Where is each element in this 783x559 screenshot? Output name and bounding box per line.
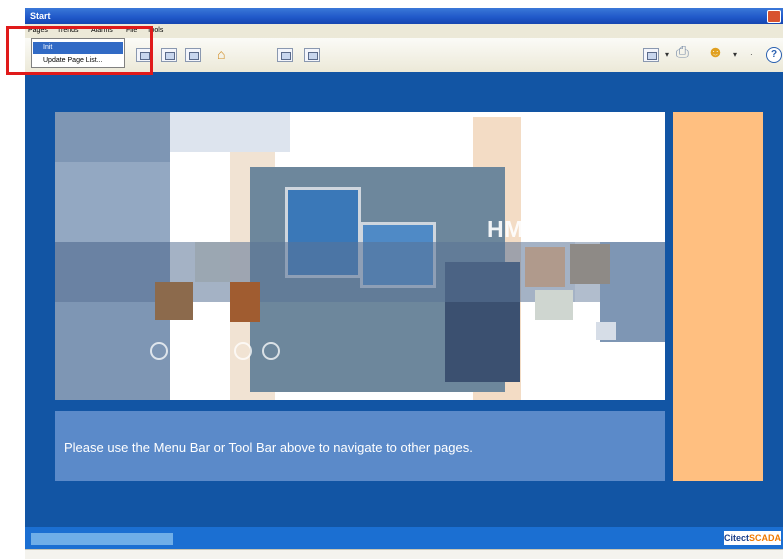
main-content: HMI/SCADA Please use the Menu Bar or Too…: [25, 72, 783, 527]
print-icon[interactable]: ⎙: [676, 44, 689, 62]
window-title: Start: [30, 11, 51, 21]
thumbnail-photo: [570, 244, 610, 284]
report-icon[interactable]: [643, 48, 659, 62]
banner-block: [596, 322, 616, 340]
logo-text-citect: Citect: [724, 533, 750, 543]
side-panel: [673, 112, 763, 481]
banner-block: [170, 112, 290, 152]
citect-logo: CitectSCADA: [724, 531, 781, 545]
circle-icon: [178, 342, 196, 360]
banner-block: [55, 162, 170, 242]
chevron-down-icon[interactable]: ▾: [665, 50, 669, 59]
thumbnail-photo: [195, 242, 230, 282]
page-icon[interactable]: [304, 48, 320, 62]
hero-banner: HMI/SCADA: [55, 112, 665, 400]
thumbnail-photo: [535, 290, 573, 320]
circle-icon: [206, 342, 224, 360]
page-icon[interactable]: [185, 48, 201, 62]
thumbnail-photo: [525, 247, 565, 287]
thumbnail-photo: [230, 282, 260, 322]
users-icon[interactable]: ☻: [707, 44, 724, 62]
thumbnail-photo: [155, 282, 193, 320]
help-icon[interactable]: ?: [766, 47, 782, 63]
page-icon[interactable]: [277, 48, 293, 62]
home-icon[interactable]: ⌂: [217, 46, 225, 62]
logo-text-scada: SCADA: [749, 533, 782, 543]
message-panel: Please use the Menu Bar or Tool Bar abov…: [55, 411, 665, 481]
close-window-button[interactable]: [767, 10, 781, 23]
status-field: [31, 533, 173, 545]
circle-icon: [150, 342, 168, 360]
circle-icon: [234, 342, 252, 360]
hmi-scada-heading: HMI/SCADA: [487, 216, 622, 242]
status-bar: CitectSCADA: [25, 527, 783, 549]
chevron-down-icon[interactable]: ▾: [733, 50, 737, 59]
highlight-annotation: [6, 26, 153, 75]
page-icon[interactable]: [161, 48, 177, 62]
horizontal-scrollbar[interactable]: [25, 549, 783, 559]
window-titlebar: Start: [25, 8, 783, 24]
circle-icon: [262, 342, 280, 360]
navigation-instruction: Please use the Menu Bar or Tool Bar abov…: [64, 440, 473, 455]
separator-dot-icon: ·: [750, 50, 753, 59]
